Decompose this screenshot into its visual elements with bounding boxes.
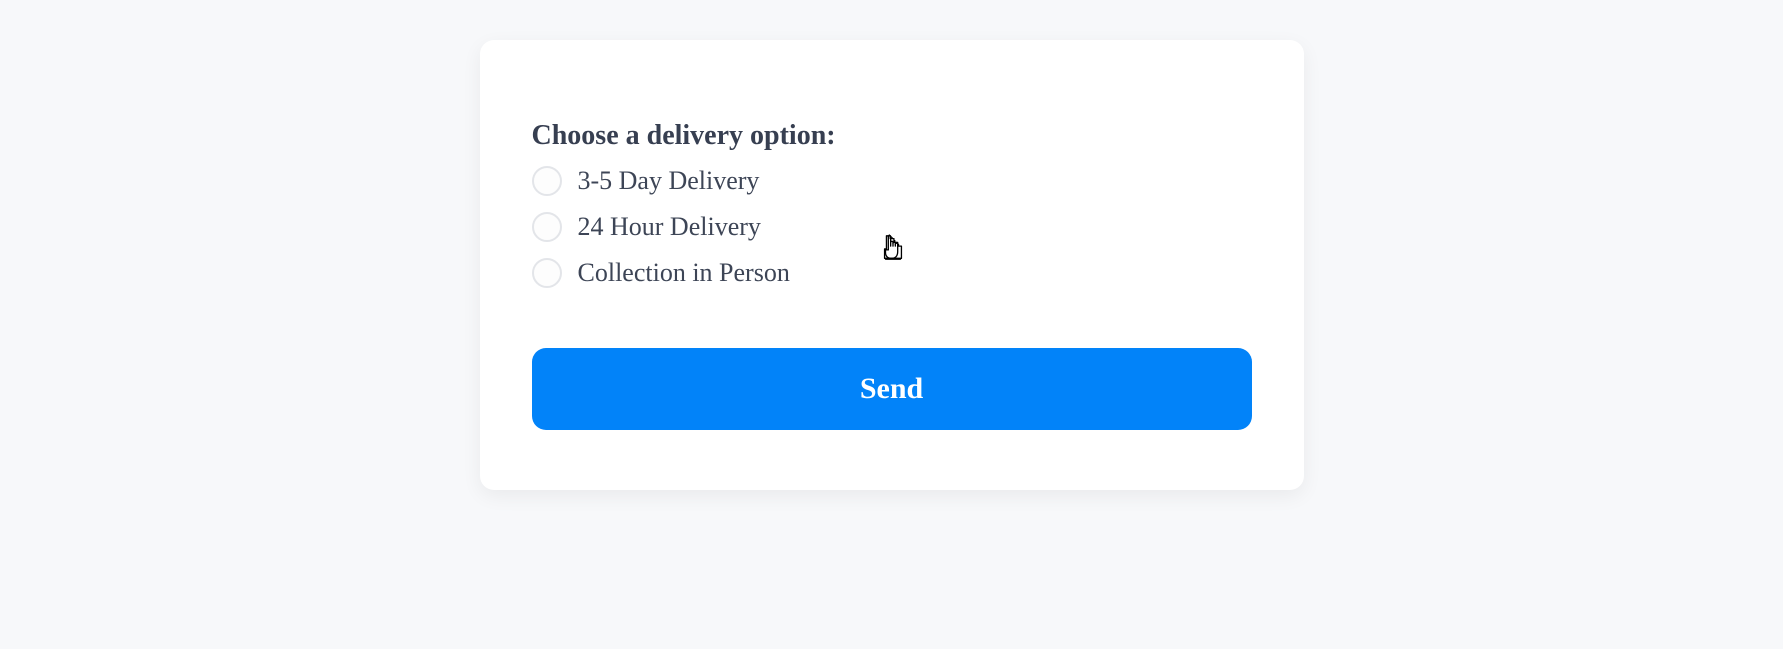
radio-label: Collection in Person <box>578 258 790 288</box>
radio-icon <box>532 258 562 288</box>
radio-icon <box>532 166 562 196</box>
radio-option-collection[interactable]: Collection in Person <box>532 258 1252 288</box>
send-button[interactable]: Send <box>532 348 1252 430</box>
form-title: Choose a delivery option: <box>532 120 1252 152</box>
radio-icon <box>532 212 562 242</box>
radio-group: 3-5 Day Delivery 24 Hour Delivery Collec… <box>532 166 1252 288</box>
delivery-form-card: Choose a delivery option: 3-5 Day Delive… <box>480 40 1304 490</box>
radio-option-3-5-day[interactable]: 3-5 Day Delivery <box>532 166 1252 196</box>
radio-option-24-hour[interactable]: 24 Hour Delivery <box>532 212 1252 242</box>
radio-label: 3-5 Day Delivery <box>578 166 760 196</box>
radio-label: 24 Hour Delivery <box>578 212 761 242</box>
